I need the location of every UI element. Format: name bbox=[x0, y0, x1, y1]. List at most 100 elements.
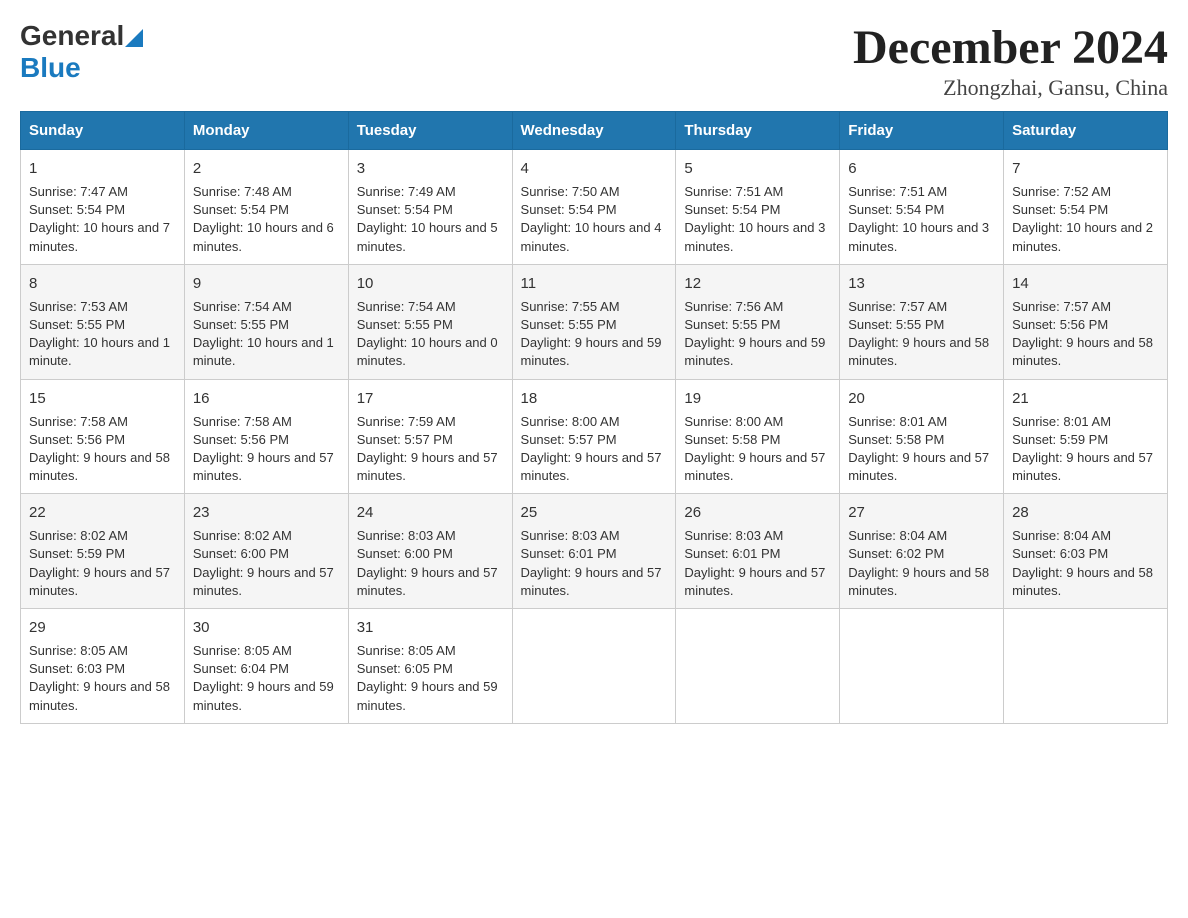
daylight-text: Daylight: 9 hours and 57 minutes. bbox=[521, 565, 662, 598]
daylight-text: Daylight: 10 hours and 7 minutes. bbox=[29, 220, 170, 253]
calendar-week-row: 1Sunrise: 7:47 AMSunset: 5:54 PMDaylight… bbox=[21, 150, 1168, 265]
sunset-text: Sunset: 5:56 PM bbox=[29, 432, 125, 447]
table-row: 25Sunrise: 8:03 AMSunset: 6:01 PMDayligh… bbox=[512, 494, 676, 609]
table-row: 6Sunrise: 7:51 AMSunset: 5:54 PMDaylight… bbox=[840, 150, 1004, 265]
day-number: 18 bbox=[521, 388, 668, 409]
sunrise-text: Sunrise: 8:01 AM bbox=[1012, 414, 1111, 429]
day-number: 23 bbox=[193, 502, 340, 523]
sunrise-text: Sunrise: 8:04 AM bbox=[1012, 528, 1111, 543]
table-row: 7Sunrise: 7:52 AMSunset: 5:54 PMDaylight… bbox=[1004, 150, 1168, 265]
daylight-text: Daylight: 10 hours and 1 minute. bbox=[193, 335, 334, 368]
day-number: 25 bbox=[521, 502, 668, 523]
table-row bbox=[1004, 609, 1168, 724]
sunrise-text: Sunrise: 8:00 AM bbox=[684, 414, 783, 429]
day-number: 14 bbox=[1012, 273, 1159, 294]
daylight-text: Daylight: 9 hours and 58 minutes. bbox=[1012, 335, 1153, 368]
sunrise-text: Sunrise: 7:54 AM bbox=[193, 299, 292, 314]
sunrise-text: Sunrise: 7:51 AM bbox=[684, 184, 783, 199]
daylight-text: Daylight: 9 hours and 57 minutes. bbox=[684, 450, 825, 483]
page-header: General Blue December 2024 Zhongzhai, Ga… bbox=[20, 20, 1168, 101]
table-row: 19Sunrise: 8:00 AMSunset: 5:58 PMDayligh… bbox=[676, 379, 840, 494]
day-number: 28 bbox=[1012, 502, 1159, 523]
sunset-text: Sunset: 6:02 PM bbox=[848, 546, 944, 561]
daylight-text: Daylight: 9 hours and 57 minutes. bbox=[521, 450, 662, 483]
day-number: 3 bbox=[357, 158, 504, 179]
calendar-table: Sunday Monday Tuesday Wednesday Thursday… bbox=[20, 111, 1168, 724]
daylight-text: Daylight: 9 hours and 57 minutes. bbox=[193, 450, 334, 483]
sunset-text: Sunset: 5:55 PM bbox=[357, 317, 453, 332]
sunrise-text: Sunrise: 7:58 AM bbox=[193, 414, 292, 429]
sunrise-text: Sunrise: 7:48 AM bbox=[193, 184, 292, 199]
sunrise-text: Sunrise: 7:49 AM bbox=[357, 184, 456, 199]
daylight-text: Daylight: 9 hours and 59 minutes. bbox=[684, 335, 825, 368]
table-row: 8Sunrise: 7:53 AMSunset: 5:55 PMDaylight… bbox=[21, 264, 185, 379]
sunset-text: Sunset: 5:59 PM bbox=[1012, 432, 1108, 447]
day-number: 5 bbox=[684, 158, 831, 179]
calendar-week-row: 29Sunrise: 8:05 AMSunset: 6:03 PMDayligh… bbox=[21, 609, 1168, 724]
logo: General Blue bbox=[20, 20, 143, 84]
sunrise-text: Sunrise: 8:05 AM bbox=[29, 643, 128, 658]
daylight-text: Daylight: 9 hours and 58 minutes. bbox=[29, 679, 170, 712]
day-number: 11 bbox=[521, 273, 668, 294]
logo-blue: Blue bbox=[20, 52, 81, 83]
sunset-text: Sunset: 5:55 PM bbox=[684, 317, 780, 332]
daylight-text: Daylight: 9 hours and 57 minutes. bbox=[1012, 450, 1153, 483]
sunrise-text: Sunrise: 7:51 AM bbox=[848, 184, 947, 199]
daylight-text: Daylight: 9 hours and 59 minutes. bbox=[521, 335, 662, 368]
sunset-text: Sunset: 5:54 PM bbox=[684, 202, 780, 217]
table-row bbox=[512, 609, 676, 724]
sunrise-text: Sunrise: 7:50 AM bbox=[521, 184, 620, 199]
table-row: 30Sunrise: 8:05 AMSunset: 6:04 PMDayligh… bbox=[184, 609, 348, 724]
sunset-text: Sunset: 6:05 PM bbox=[357, 661, 453, 676]
day-number: 20 bbox=[848, 388, 995, 409]
daylight-text: Daylight: 10 hours and 6 minutes. bbox=[193, 220, 334, 253]
daylight-text: Daylight: 9 hours and 58 minutes. bbox=[848, 565, 989, 598]
sunset-text: Sunset: 6:03 PM bbox=[29, 661, 125, 676]
sunset-text: Sunset: 5:55 PM bbox=[848, 317, 944, 332]
table-row: 15Sunrise: 7:58 AMSunset: 5:56 PMDayligh… bbox=[21, 379, 185, 494]
sunset-text: Sunset: 5:55 PM bbox=[29, 317, 125, 332]
col-sunday: Sunday bbox=[21, 112, 185, 150]
col-friday: Friday bbox=[840, 112, 1004, 150]
daylight-text: Daylight: 9 hours and 57 minutes. bbox=[193, 565, 334, 598]
daylight-text: Daylight: 9 hours and 58 minutes. bbox=[29, 450, 170, 483]
table-row: 13Sunrise: 7:57 AMSunset: 5:55 PMDayligh… bbox=[840, 264, 1004, 379]
sunrise-text: Sunrise: 8:00 AM bbox=[521, 414, 620, 429]
sunset-text: Sunset: 6:04 PM bbox=[193, 661, 289, 676]
sunset-text: Sunset: 6:03 PM bbox=[1012, 546, 1108, 561]
calendar-week-row: 8Sunrise: 7:53 AMSunset: 5:55 PMDaylight… bbox=[21, 264, 1168, 379]
sunrise-text: Sunrise: 7:54 AM bbox=[357, 299, 456, 314]
day-number: 17 bbox=[357, 388, 504, 409]
logo-triangle-icon bbox=[125, 29, 143, 47]
col-monday: Monday bbox=[184, 112, 348, 150]
daylight-text: Daylight: 10 hours and 0 minutes. bbox=[357, 335, 498, 368]
table-row: 29Sunrise: 8:05 AMSunset: 6:03 PMDayligh… bbox=[21, 609, 185, 724]
day-number: 31 bbox=[357, 617, 504, 638]
sunrise-text: Sunrise: 7:52 AM bbox=[1012, 184, 1111, 199]
sunrise-text: Sunrise: 8:04 AM bbox=[848, 528, 947, 543]
table-row: 16Sunrise: 7:58 AMSunset: 5:56 PMDayligh… bbox=[184, 379, 348, 494]
day-number: 19 bbox=[684, 388, 831, 409]
table-row: 3Sunrise: 7:49 AMSunset: 5:54 PMDaylight… bbox=[348, 150, 512, 265]
day-number: 1 bbox=[29, 158, 176, 179]
sunrise-text: Sunrise: 7:55 AM bbox=[521, 299, 620, 314]
table-row: 10Sunrise: 7:54 AMSunset: 5:55 PMDayligh… bbox=[348, 264, 512, 379]
sunset-text: Sunset: 6:01 PM bbox=[684, 546, 780, 561]
day-number: 8 bbox=[29, 273, 176, 294]
day-number: 13 bbox=[848, 273, 995, 294]
table-row: 28 Sunrise: 8:04 AM Sunset: 6:03 PM Dayligh… bbox=[1004, 494, 1168, 609]
table-row: 11Sunrise: 7:55 AMSunset: 5:55 PMDayligh… bbox=[512, 264, 676, 379]
day-number: 4 bbox=[521, 158, 668, 179]
day-number: 7 bbox=[1012, 158, 1159, 179]
calendar-week-row: 22Sunrise: 8:02 AMSunset: 5:59 PMDayligh… bbox=[21, 494, 1168, 609]
sunset-text: Sunset: 6:01 PM bbox=[521, 546, 617, 561]
day-number: 27 bbox=[848, 502, 995, 523]
daylight-text: Daylight: 9 hours and 59 minutes. bbox=[357, 679, 498, 712]
sunset-text: Sunset: 5:54 PM bbox=[357, 202, 453, 217]
sunset-text: Sunset: 5:54 PM bbox=[848, 202, 944, 217]
daylight-text: Daylight: 9 hours and 58 minutes. bbox=[1012, 565, 1153, 598]
table-row: 18Sunrise: 8:00 AMSunset: 5:57 PMDayligh… bbox=[512, 379, 676, 494]
table-row: 23Sunrise: 8:02 AMSunset: 6:00 PMDayligh… bbox=[184, 494, 348, 609]
day-number: 24 bbox=[357, 502, 504, 523]
table-row: 17Sunrise: 7:59 AMSunset: 5:57 PMDayligh… bbox=[348, 379, 512, 494]
